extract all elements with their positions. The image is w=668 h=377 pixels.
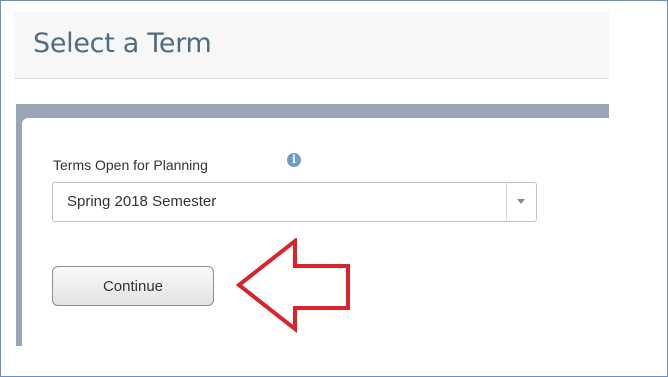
continue-button[interactable]: Continue xyxy=(52,266,214,306)
left-arrow-outline-icon xyxy=(235,238,350,334)
page-title: Select a Term xyxy=(33,28,212,59)
term-select-value: Spring 2018 Semester xyxy=(67,193,217,210)
terms-field-label: Terms Open for Planning xyxy=(53,157,208,173)
dropdown-toggle[interactable] xyxy=(506,183,536,221)
screenshot-frame: Select a Term Terms Open for Planning i … xyxy=(0,0,668,377)
page-header: Select a Term xyxy=(14,12,609,79)
term-select[interactable]: Spring 2018 Semester xyxy=(52,182,537,222)
annotation-arrow-shape xyxy=(235,238,350,334)
info-icon[interactable]: i xyxy=(287,153,301,167)
chevron-down-icon xyxy=(517,199,525,204)
